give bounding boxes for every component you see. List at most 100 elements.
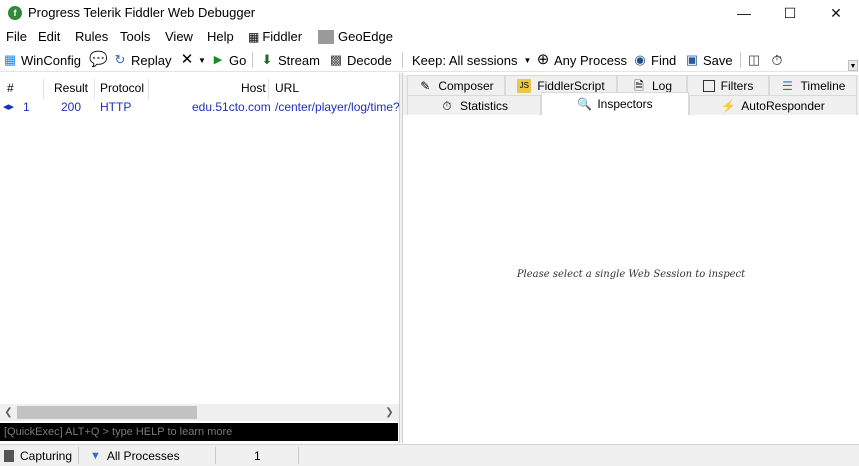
stream-arrow-icon: ⬇ <box>261 52 273 67</box>
decode-label: Decode <box>347 52 392 68</box>
session-row[interactable]: ◂▸ 1 200 HTTP edu.51cto.com /center/play… <box>0 99 400 115</box>
tab-inspectors[interactable]: 🔍 Inspectors <box>541 92 689 115</box>
capturing-toggle[interactable]: Capturing <box>4 449 72 463</box>
any-process-button[interactable]: ⊕ Any Process <box>535 51 627 69</box>
maximize-icon[interactable]: ☐ <box>767 0 813 26</box>
session-id: 1 <box>23 100 30 114</box>
tab-composer[interactable]: ✎ Composer <box>407 75 505 95</box>
toolbar: ▦ WinConfig 💬 ↻ Replay ✕ ▼ ▶ Go ⬇ Stream… <box>0 48 859 72</box>
toolbar-divider <box>740 52 741 68</box>
toolbar-divider <box>402 52 403 68</box>
tab-timeline-label: Timeline <box>800 78 846 93</box>
dropdown-arrow-icon: ▼ <box>523 55 532 65</box>
remove-button[interactable]: ✕ ▼ <box>179 51 206 69</box>
inspector-pane: ✎ Composer JS FiddlerScript 🗎 Log Filter… <box>403 73 859 443</box>
timer-button[interactable]: ⏱ <box>769 51 788 69</box>
stopwatch-icon: ⏱ <box>771 52 783 68</box>
session-arrows-icon: ◂▸ <box>3 101 15 113</box>
sessions-list[interactable]: # Result Protocol Host URL ◂▸ 1 200 HTTP… <box>0 73 400 443</box>
crosshair-icon: ⊕ <box>536 51 550 68</box>
winconfig-button[interactable]: ▦ WinConfig <box>2 51 81 69</box>
js-script-icon: JS <box>517 78 532 93</box>
save-button[interactable]: ▣ Save <box>684 51 733 69</box>
minimize-icon[interactable]: — <box>721 0 767 26</box>
tab-filters-label: Filters <box>720 78 754 93</box>
tab-statistics-label: Statistics <box>459 98 508 113</box>
capture-icon <box>4 450 14 462</box>
tab-filters[interactable]: Filters <box>687 75 769 95</box>
keep-sessions-dropdown[interactable]: Keep: All sessions ▼ <box>412 51 531 69</box>
toolbar-overflow-icon[interactable]: ▼ <box>848 60 858 71</box>
go-label: Go <box>229 52 247 68</box>
fiddler-grid-icon: ▦ <box>248 29 260 44</box>
scroll-left-icon[interactable]: ❮ <box>0 405 17 420</box>
menu-geoedge[interactable]: GeoEdge <box>318 29 393 44</box>
status-divider <box>78 447 79 464</box>
replay-button[interactable]: ↻ Replay <box>112 51 172 69</box>
lightning-icon: ⚡ <box>721 98 737 113</box>
session-protocol: HTTP <box>100 100 132 114</box>
column-divider <box>43 79 44 99</box>
speech-bubble-icon: 💬 <box>89 51 108 68</box>
toolbar-divider <box>252 52 253 68</box>
tab-inspectors-label: Inspectors <box>597 97 653 111</box>
column-number[interactable]: # <box>7 81 14 95</box>
column-result[interactable]: Result <box>54 81 88 95</box>
close-icon[interactable]: ✕ <box>813 0 859 26</box>
camera-icon: ◫ <box>747 52 761 67</box>
winconfig-label: WinConfig <box>21 52 81 68</box>
session-count: 1 <box>254 449 261 463</box>
menu-help[interactable]: Help <box>207 29 234 44</box>
any-process-label: Any Process <box>554 52 627 68</box>
geoedge-icon <box>318 29 334 44</box>
stream-button[interactable]: ⬇ Stream <box>259 51 320 69</box>
menu-fiddler[interactable]: ▦ Fiddler <box>248 29 302 44</box>
horizontal-scrollbar[interactable]: ❮ ❯ <box>0 404 399 421</box>
status-divider <box>215 447 216 464</box>
timeline-bars-icon: ☰ <box>782 78 793 93</box>
scroll-right-icon[interactable]: ❯ <box>381 405 398 420</box>
column-host[interactable]: Host <box>241 81 266 95</box>
column-divider <box>268 79 269 99</box>
session-result: 200 <box>61 100 82 114</box>
scrollbar-thumb[interactable] <box>17 406 197 419</box>
column-url[interactable]: URL <box>275 81 299 95</box>
tab-statistics[interactable]: ⏱ Statistics <box>407 95 541 115</box>
magnifier-icon: 🔍 <box>577 97 593 111</box>
menu-rules[interactable]: Rules <box>75 29 108 44</box>
menu-view[interactable]: View <box>165 29 193 44</box>
find-button[interactable]: ◉ Find <box>632 51 676 69</box>
checkbox-icon <box>702 79 715 92</box>
tab-composer-label: Composer <box>438 78 494 93</box>
tab-autoresponder-label: AutoResponder <box>741 98 825 113</box>
quickexec-input[interactable]: [QuickExec] ALT+Q > type HELP to learn m… <box>0 423 398 441</box>
capturing-label: Capturing <box>20 449 73 463</box>
screenshot-button[interactable]: ◫ <box>746 51 765 69</box>
column-protocol[interactable]: Protocol <box>100 81 144 95</box>
tab-timeline[interactable]: ☰ Timeline <box>769 75 857 95</box>
menu-fiddler-label: Fiddler <box>262 29 303 44</box>
tab-autoresponder[interactable]: ⚡ AutoResponder <box>689 95 857 115</box>
title-bar: f Progress Telerik Fiddler Web Debugger … <box>0 0 859 26</box>
session-url: /center/player/log/time?ty <box>275 100 399 114</box>
menu-edit[interactable]: Edit <box>38 29 60 44</box>
session-host: edu.51cto.com <box>192 100 271 114</box>
tab-log-label: Log <box>651 78 673 93</box>
stream-label: Stream <box>278 52 320 68</box>
menu-tools[interactable]: Tools <box>120 29 150 44</box>
fiddler-logo-icon: f <box>8 6 22 20</box>
sessions-column-header: # Result Protocol Host URL <box>0 77 400 99</box>
binoculars-icon: ◉ <box>634 52 646 67</box>
play-icon: ▶ <box>213 54 223 66</box>
go-button[interactable]: ▶ Go <box>210 51 247 69</box>
menu-bar: File Edit Rules Tools View Help ▦ Fiddle… <box>0 26 859 48</box>
comment-button[interactable]: 💬 <box>89 51 108 69</box>
replay-label: Replay <box>131 52 172 68</box>
decode-button[interactable]: ▩ Decode <box>328 51 392 69</box>
process-filter[interactable]: ▼ All Processes <box>90 449 180 463</box>
keep-sessions-label: Keep: All sessions <box>412 52 518 68</box>
menu-file[interactable]: File <box>6 29 27 44</box>
pencil-icon: ✎ <box>420 78 431 93</box>
process-filter-label: All Processes <box>106 449 180 463</box>
column-divider <box>94 79 95 99</box>
